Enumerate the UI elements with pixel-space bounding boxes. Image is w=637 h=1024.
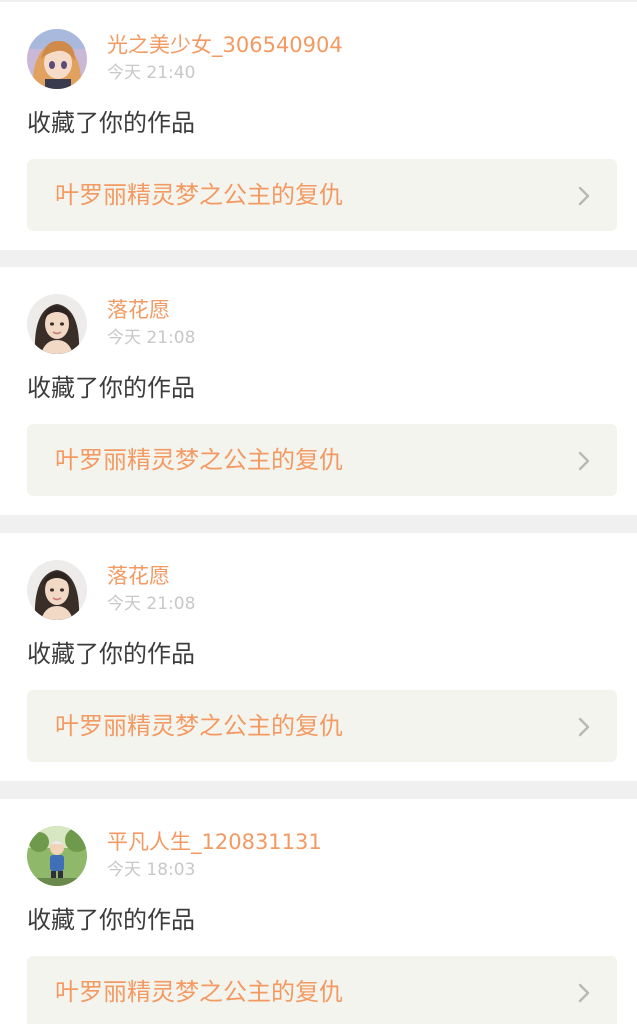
action-text: 收藏了你的作品 (27, 906, 195, 934)
notification-card: 落花愿 今天 21:08 收藏了你的作品 叶罗丽精灵梦之公主的复仇 (0, 533, 637, 781)
work-title: 叶罗丽精灵梦之公主的复仇 (55, 712, 343, 740)
notification-card: 平凡人生_120831131 今天 18:03 收藏了你的作品 叶罗丽精灵梦之公… (0, 799, 637, 1024)
portrait-woman-avatar-icon (27, 560, 87, 620)
timestamp: 今天 21:08 (107, 328, 196, 348)
user-avatar[interactable] (27, 826, 87, 886)
action-text: 收藏了你的作品 (27, 109, 195, 137)
username[interactable]: 光之美少女_306540904 (107, 31, 343, 59)
work-title: 叶罗丽精灵梦之公主的复仇 (55, 978, 343, 1006)
child-outdoors-avatar-icon (27, 826, 87, 886)
notification-card: 落花愿 今天 21:08 收藏了你的作品 叶罗丽精灵梦之公主的复仇 (0, 267, 637, 515)
user-avatar[interactable] (27, 29, 87, 89)
chevron-right-icon (578, 186, 590, 206)
anime-girl-avatar-icon (27, 29, 87, 89)
timestamp: 今天 21:08 (107, 594, 196, 614)
timestamp: 今天 21:40 (107, 63, 196, 83)
chevron-right-icon (578, 451, 590, 471)
chevron-right-icon (578, 717, 590, 737)
portrait-woman-avatar-icon (27, 294, 87, 354)
work-link[interactable]: 叶罗丽精灵梦之公主的复仇 (27, 159, 617, 231)
action-text: 收藏了你的作品 (27, 374, 195, 402)
timestamp: 今天 18:03 (107, 860, 196, 880)
work-link[interactable]: 叶罗丽精灵梦之公主的复仇 (27, 424, 617, 496)
work-title: 叶罗丽精灵梦之公主的复仇 (55, 446, 343, 474)
work-link[interactable]: 叶罗丽精灵梦之公主的复仇 (27, 956, 617, 1024)
username[interactable]: 落花愿 (107, 562, 170, 590)
notification-card: 光之美少女_306540904 今天 21:40 收藏了你的作品 叶罗丽精灵梦之… (0, 2, 637, 250)
work-title: 叶罗丽精灵梦之公主的复仇 (55, 181, 343, 209)
action-text: 收藏了你的作品 (27, 640, 195, 668)
notification-feed: 光之美少女_306540904 今天 21:40 收藏了你的作品 叶罗丽精灵梦之… (0, 0, 637, 1024)
username[interactable]: 平凡人生_120831131 (107, 828, 322, 856)
work-link[interactable]: 叶罗丽精灵梦之公主的复仇 (27, 690, 617, 762)
chevron-right-icon (578, 983, 590, 1003)
user-avatar[interactable] (27, 294, 87, 354)
user-avatar[interactable] (27, 560, 87, 620)
username[interactable]: 落花愿 (107, 296, 170, 324)
